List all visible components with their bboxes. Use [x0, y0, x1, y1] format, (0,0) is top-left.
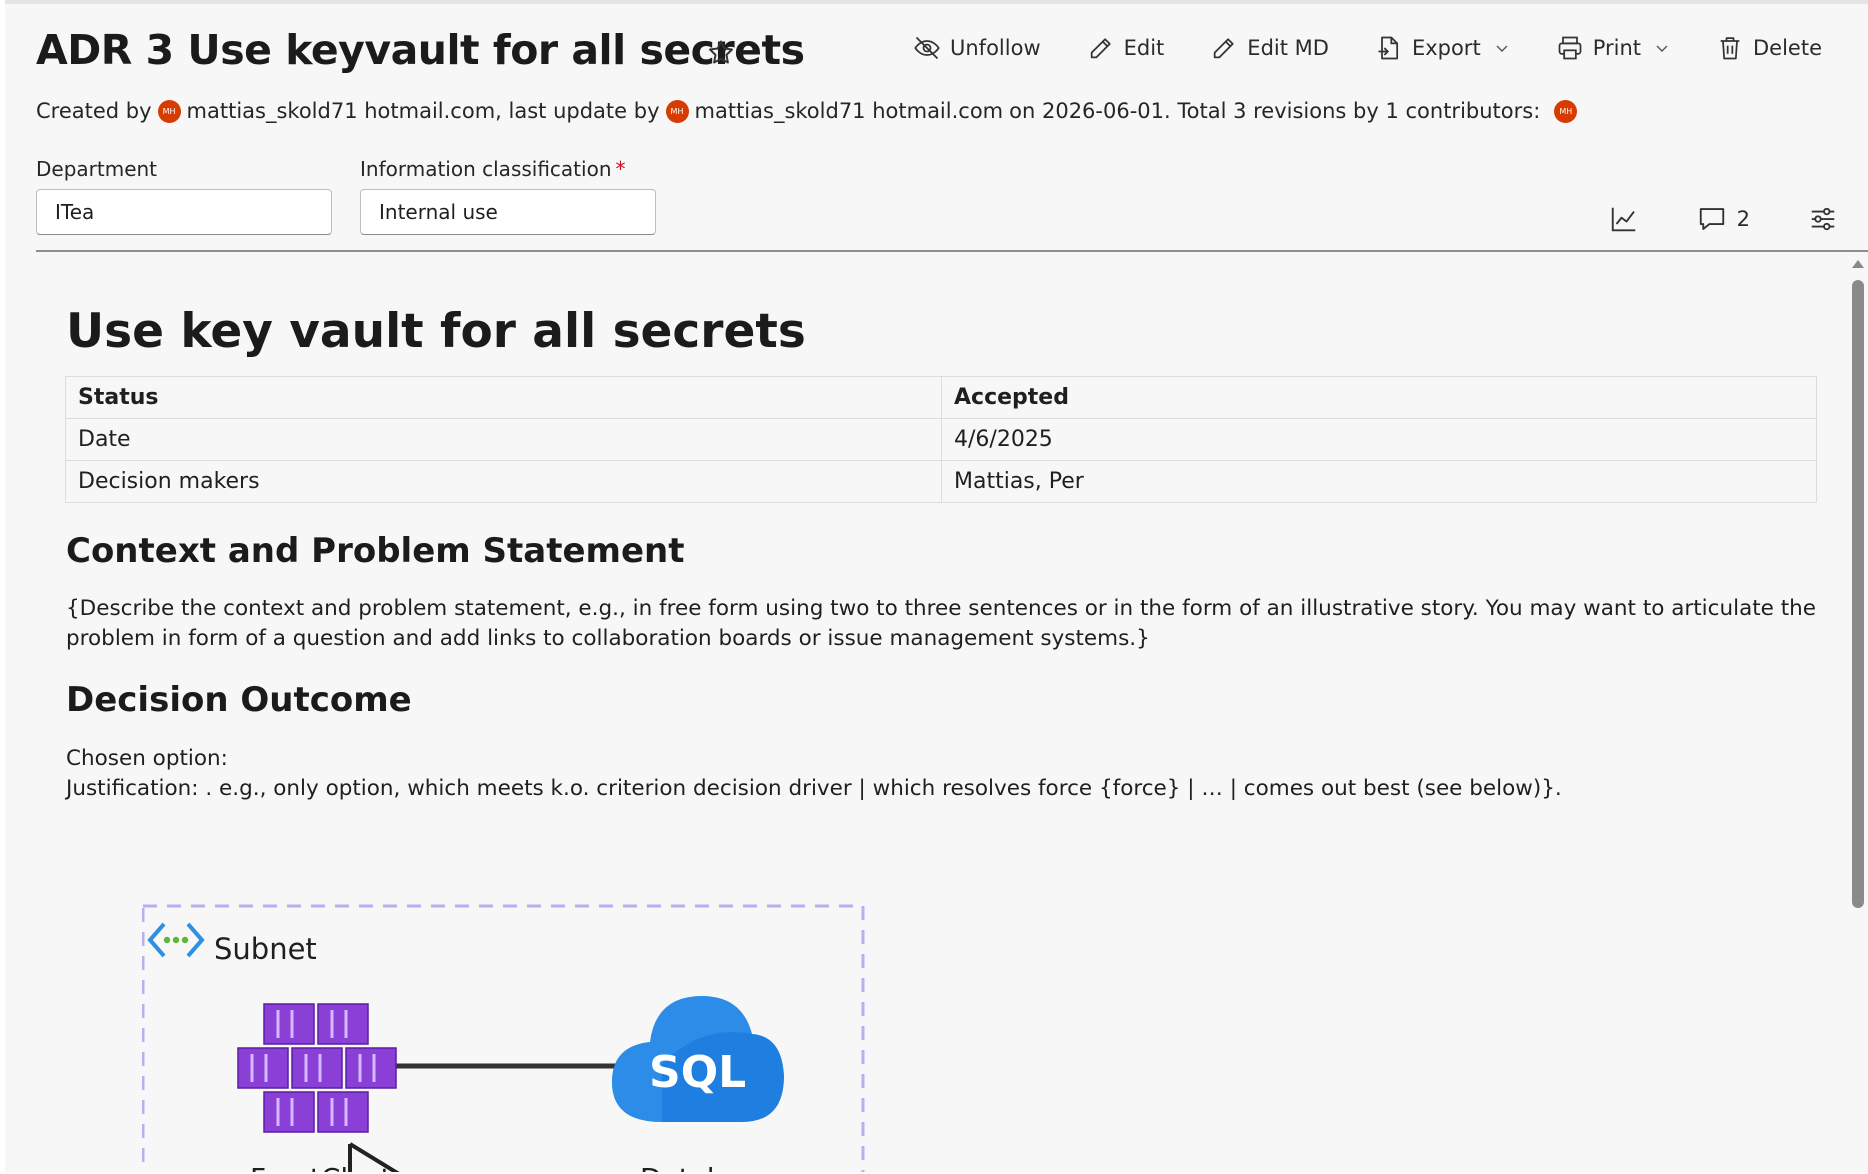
chevron-down-icon [1656, 45, 1668, 52]
edit-md-label: Edit MD [1247, 36, 1329, 60]
context-heading: Context and Problem Statement [66, 531, 685, 571]
avatar[interactable]: MH [157, 99, 181, 123]
pencil-icon [1090, 38, 1111, 59]
delete-button[interactable]: Delete [1716, 34, 1822, 62]
classification-label-text: Information classification [360, 157, 612, 181]
creator-name[interactable]: mattias_skold71 hotmail.com [187, 99, 496, 123]
unfollow-button[interactable]: Unfollow [913, 34, 1041, 62]
table-cell: Mattias, Per [941, 460, 1817, 503]
command-toolbar: Unfollow Edit Edit MD Export Print Delet… [913, 34, 1822, 62]
justification: Justification: . e.g., only option, whic… [66, 776, 1562, 801]
comments-button[interactable]: 2 [1697, 204, 1750, 234]
sql-label: SQL [649, 1047, 747, 1098]
left-edge [0, 0, 5, 1174]
last-update-label: , last update by [495, 99, 660, 123]
print-button[interactable]: Print [1556, 34, 1670, 62]
department-label: Department [36, 157, 158, 181]
unfollow-label: Unfollow [950, 36, 1041, 60]
top-border [0, 0, 1868, 4]
avatar[interactable]: MH [1554, 99, 1578, 123]
classification-label: Information classification * [360, 157, 626, 181]
subnet-label: Subnet [214, 932, 317, 966]
required-marker: * [615, 157, 626, 181]
table-cell: Accepted [941, 376, 1817, 419]
sliders-icon [1811, 207, 1835, 231]
side-actions: 2 [1551, 204, 1838, 234]
eye-off-icon [914, 36, 940, 60]
pencil-icon [1214, 38, 1234, 59]
trash-icon [1720, 37, 1740, 60]
document-heading: Use key vault for all secrets [66, 304, 806, 359]
delete-label: Delete [1753, 36, 1822, 60]
classification-input[interactable] [360, 189, 656, 235]
updater-name[interactable]: mattias_skold71 hotmail.com [695, 99, 1004, 123]
table-cell: 4/6/2025 [941, 418, 1817, 461]
export-button[interactable]: Export [1375, 34, 1510, 62]
revision-info: Created by MH mattias_skold71 hotmail.co… [36, 99, 1583, 123]
edit-md-button[interactable]: Edit MD [1210, 34, 1329, 62]
table-row: Date 4/6/2025 [65, 418, 1817, 461]
context-text: {Describe the context and problem statem… [66, 596, 1817, 651]
comment-icon [1699, 208, 1724, 230]
printer-icon [1558, 36, 1582, 60]
revision-summary: on 2026-06-01. Total 3 revisions by 1 co… [1009, 99, 1541, 123]
edit-button[interactable]: Edit [1087, 34, 1165, 62]
export-document-icon [1378, 36, 1398, 60]
table-cell: Decision makers [65, 460, 942, 503]
export-label: Export [1411, 36, 1481, 60]
favorite-star-icon[interactable] [706, 38, 736, 68]
scrollbar-thumb[interactable] [1852, 280, 1864, 908]
table-cell: Status [65, 376, 942, 419]
scroll-up-arrow-icon[interactable] [1852, 260, 1864, 268]
table-row: Status Accepted [65, 376, 1817, 419]
settings-button[interactable] [1808, 204, 1838, 234]
department-input[interactable] [36, 189, 332, 235]
document-content: Use key vault for all secrets Status Acc… [36, 252, 1846, 1174]
page-title: ADR 3 Use keyvault for all secrets [36, 26, 805, 74]
comments-count: 2 [1736, 207, 1750, 231]
decision-table: Status Accepted Date 4/6/2025 Decision m… [65, 376, 1817, 503]
edit-label: Edit [1123, 36, 1165, 60]
decision-heading: Decision Outcome [66, 680, 412, 720]
analytics-button[interactable] [1609, 204, 1639, 234]
line-chart-icon [1611, 207, 1635, 232]
print-label: Print [1592, 36, 1641, 60]
architecture-diagram: Subnet SQL FrontCluster Database [142, 904, 882, 1174]
table-cell: Date [65, 418, 942, 461]
avatar[interactable]: MH [665, 99, 689, 123]
subnet-icon [147, 922, 205, 958]
container-cluster-icon [237, 1003, 397, 1133]
created-by-label: Created by [36, 99, 152, 123]
chosen-option: Chosen option: [66, 746, 228, 771]
chevron-down-icon [1496, 45, 1508, 52]
table-row: Decision makers Mattias, Per [65, 460, 1817, 503]
